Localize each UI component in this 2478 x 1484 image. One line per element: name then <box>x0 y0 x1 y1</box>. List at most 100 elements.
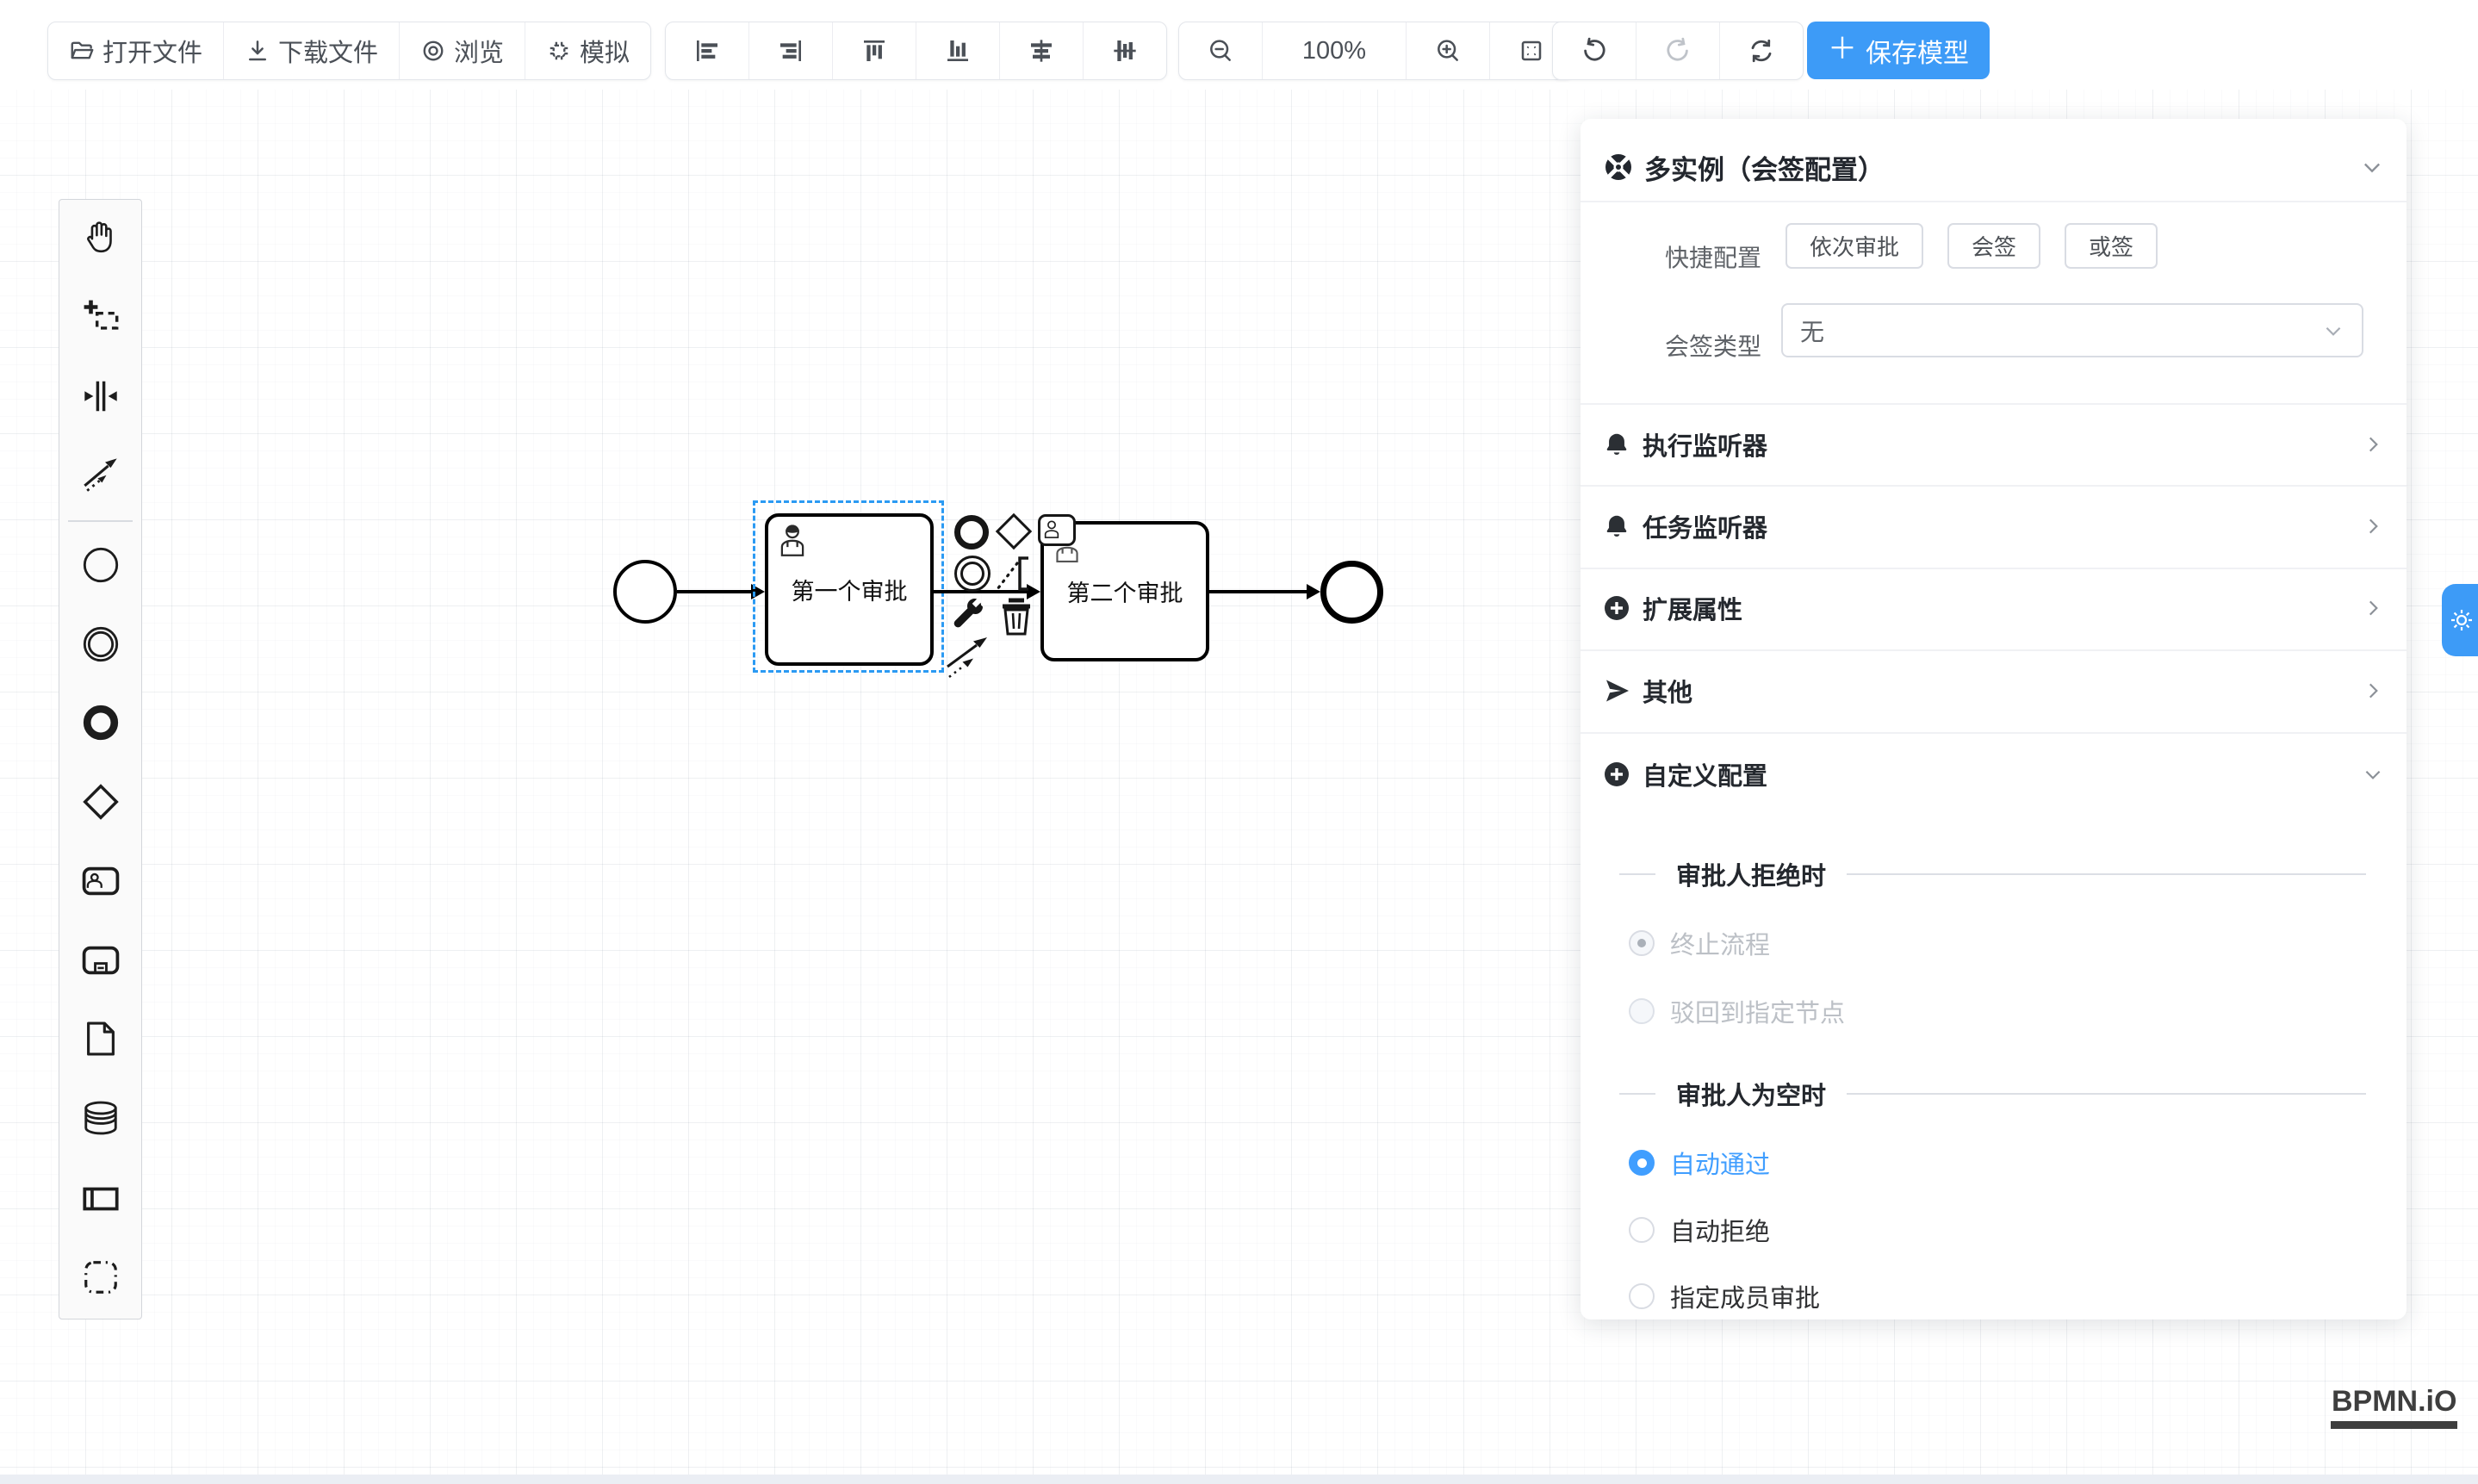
align-bottom-button[interactable] <box>916 22 999 79</box>
sequence-flow-1[interactable] <box>677 590 753 593</box>
divider <box>1581 732 2407 734</box>
reset-button[interactable] <box>1719 22 1803 79</box>
align-left-button[interactable] <box>666 22 748 79</box>
divider <box>1581 403 2407 405</box>
start-event[interactable] <box>613 560 677 624</box>
append-intermediate-event-icon[interactable] <box>954 556 991 592</box>
undo-icon <box>1581 37 1608 65</box>
open-file-button[interactable]: 打开文件 <box>48 22 223 79</box>
radio-auto-reject[interactable]: 自动拒绝 <box>1629 1208 1770 1252</box>
section-label: 其他 <box>1643 673 2350 709</box>
reject-group-title: 审批人拒绝时 <box>1676 856 1826 892</box>
countersign-button[interactable]: 会签 <box>1947 223 2040 269</box>
gateway-icon <box>81 782 121 822</box>
section-extended-properties[interactable]: 扩展属性 <box>1603 586 2384 630</box>
sequential-approval-button[interactable]: 依次审批 <box>1786 223 1923 269</box>
settings-tab[interactable] <box>2442 584 2478 656</box>
redo-icon <box>1664 37 1692 65</box>
redo-button[interactable] <box>1636 22 1719 79</box>
reset-icon <box>1748 37 1775 65</box>
align-right-icon <box>777 37 804 65</box>
properties-panel: 多实例（会签配置） 快捷配置 依次审批 会签 或签 会签类型 无 执行监听器 任… <box>1581 119 2407 1319</box>
create-data-object[interactable] <box>59 1004 141 1073</box>
section-label: 扩展属性 <box>1643 590 2350 626</box>
end-event[interactable] <box>1320 561 1383 624</box>
section-custom-config[interactable]: 自定义配置 <box>1603 752 2384 797</box>
task-label: 第二个审批 <box>1067 574 1183 608</box>
create-group[interactable] <box>59 1243 141 1312</box>
radio-label: 终止流程 <box>1670 925 1770 961</box>
section-task-listener[interactable]: 任务监听器 <box>1603 504 2384 549</box>
divider <box>1619 873 1655 875</box>
create-participant[interactable] <box>59 1164 141 1233</box>
align-middle-vertical-button[interactable] <box>1083 22 1166 79</box>
hand-tool[interactable] <box>59 203 141 272</box>
multi-instance-header[interactable]: 多实例（会签配置） <box>1603 145 2384 189</box>
bpmn-io-logo[interactable]: BPMN.iO <box>2331 1385 2457 1429</box>
download-file-button[interactable]: 下载文件 <box>223 22 399 79</box>
align-middle-vertical-icon <box>1111 37 1139 65</box>
zoom-level[interactable]: 100% <box>1262 22 1406 79</box>
radio-return-to-node[interactable]: 驳回到指定节点 <box>1629 989 1845 1034</box>
call-activity-icon <box>81 941 121 980</box>
save-model-button[interactable]: ＋ 保存模型 <box>1807 22 1990 79</box>
change-type-wrench-icon[interactable] <box>947 594 989 636</box>
append-text-annotation-icon[interactable] <box>991 551 1032 596</box>
section-execution-listener[interactable]: 执行监听器 <box>1603 422 2384 467</box>
or-sign-button[interactable]: 或签 <box>2065 223 2158 269</box>
lasso-tool[interactable] <box>59 283 141 351</box>
connect-icon[interactable] <box>944 634 992 679</box>
user-task-icon <box>81 861 121 901</box>
zoom-in-button[interactable] <box>1406 22 1489 79</box>
radio-assign-member[interactable]: 指定成员审批 <box>1629 1274 1820 1319</box>
radio-terminate-process[interactable]: 终止流程 <box>1629 921 1770 966</box>
task-label: 第一个审批 <box>792 573 908 606</box>
save-model-label: 保存模型 <box>1866 32 1969 70</box>
create-intermediate-event[interactable] <box>59 610 141 679</box>
append-end-event-icon[interactable] <box>954 515 989 550</box>
chevron-right-icon <box>2362 515 2384 537</box>
chevron-down-icon <box>2322 320 2344 342</box>
append-user-task-icon[interactable] <box>1038 514 1076 546</box>
align-right-button[interactable] <box>748 22 832 79</box>
simulate-button[interactable]: 模拟 <box>525 22 650 79</box>
global-connect-tool[interactable] <box>59 440 141 509</box>
create-gateway[interactable] <box>59 767 141 836</box>
create-user-task[interactable] <box>59 847 141 916</box>
create-start-event[interactable] <box>59 531 141 599</box>
sequence-flow-3[interactable] <box>1209 590 1308 593</box>
radio-label: 驳回到指定节点 <box>1670 993 1845 1029</box>
chevron-down-icon[interactable] <box>2360 155 2384 179</box>
end-event-icon <box>81 703 121 742</box>
folder-open-icon <box>69 38 95 64</box>
space-tool[interactable] <box>59 362 141 431</box>
eye-icon <box>420 38 446 64</box>
align-top-button[interactable] <box>832 22 916 79</box>
create-call-activity[interactable] <box>59 926 141 995</box>
align-center-horizontal-button[interactable] <box>999 22 1083 79</box>
section-other[interactable]: 其他 <box>1603 668 2384 713</box>
zoom-toolbar-group: 100% <box>1178 22 1574 80</box>
create-end-event[interactable] <box>59 688 141 757</box>
create-data-store[interactable] <box>59 1084 141 1152</box>
download-file-label: 下载文件 <box>278 33 378 69</box>
sign-type-value: 无 <box>1800 314 2322 348</box>
task-first-approval[interactable]: 第一个审批 <box>765 513 934 666</box>
chevron-right-icon <box>2362 597 2384 619</box>
radio-icon <box>1629 998 1655 1024</box>
space-tool-icon <box>81 376 121 416</box>
divider <box>1847 1093 2366 1095</box>
chevron-down-icon <box>2362 763 2384 785</box>
simulate-label: 模拟 <box>580 33 630 69</box>
radio-auto-pass[interactable]: 自动通过 <box>1629 1140 1770 1185</box>
zoom-out-button[interactable] <box>1179 22 1262 79</box>
undo-button[interactable] <box>1553 22 1636 79</box>
preview-button[interactable]: 浏览 <box>399 22 525 79</box>
bell-icon <box>1603 431 1630 458</box>
align-toolbar-group <box>665 22 1167 80</box>
sign-type-select[interactable]: 无 <box>1781 303 2363 357</box>
divider <box>1581 485 2407 487</box>
plus-icon: ＋ <box>1828 34 1857 64</box>
divider <box>1581 201 2407 202</box>
delete-trash-icon[interactable] <box>999 596 1034 637</box>
